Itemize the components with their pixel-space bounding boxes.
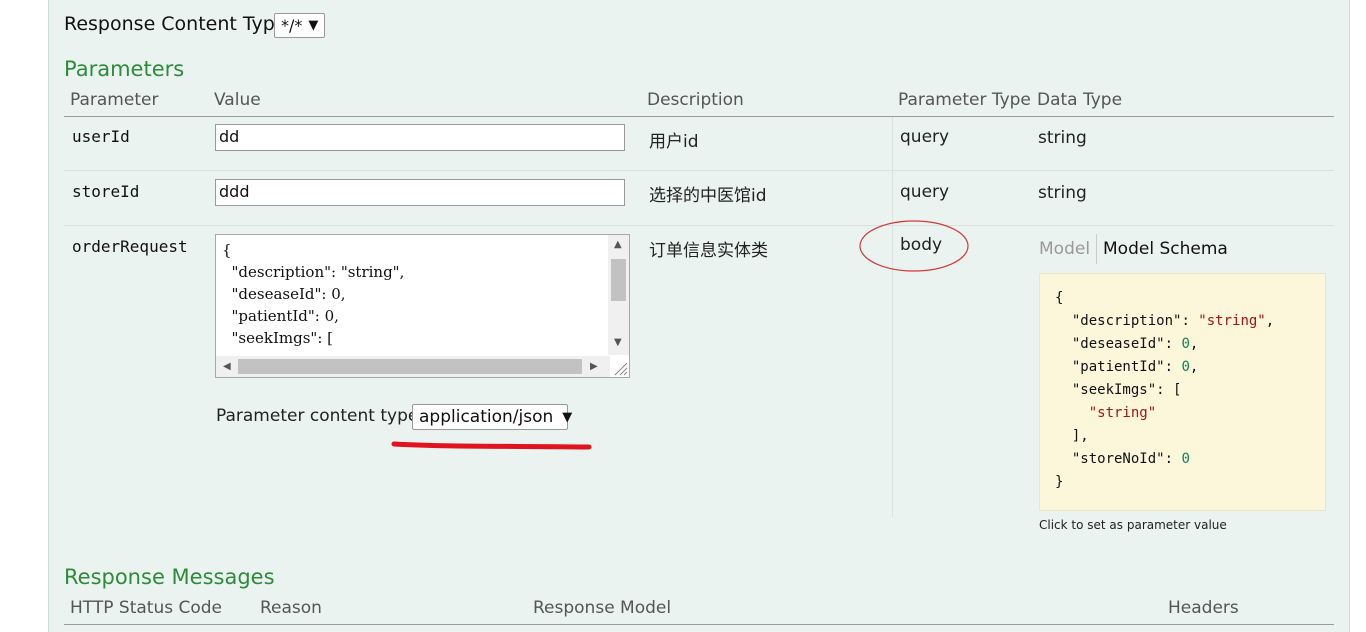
scroll-up-icon[interactable]: ▲	[614, 239, 622, 250]
th-headers: Headers	[1168, 598, 1239, 618]
cell-divider	[892, 117, 893, 517]
response-content-type-select[interactable]: */* ▼	[274, 13, 325, 38]
textarea-vertical-scrollbar[interactable]: ▲ ▼	[608, 235, 629, 355]
response-content-type-label: Response Content Type	[64, 13, 287, 35]
resize-grip-icon[interactable]	[612, 360, 628, 376]
param-type-storeid: query	[900, 182, 950, 202]
horizontal-scroll-thumb[interactable]	[238, 359, 582, 374]
model-schema-json: { "description": "string", "deseaseId": …	[1055, 290, 1275, 490]
storeid-input[interactable]: ddd	[215, 179, 625, 206]
click-to-set-hint: Click to set as parameter value	[1039, 518, 1227, 532]
row-divider	[64, 170, 1334, 171]
textarea-content: { "description": "string", "deseaseId": …	[222, 241, 405, 347]
row-divider	[64, 225, 1334, 226]
response-messages-title: Response Messages	[64, 565, 275, 589]
th-parameter-type: Parameter Type	[898, 90, 1031, 110]
operation-panel: Response Content Type */* ▼ Parameters P…	[48, 0, 1350, 632]
vertical-scroll-thumb[interactable]	[611, 259, 626, 301]
scroll-down-icon[interactable]: ▼	[614, 337, 622, 348]
th-description: Description	[647, 90, 744, 110]
data-type-storeid: string	[1038, 183, 1087, 203]
tab-divider	[1096, 234, 1097, 264]
th-reason: Reason	[260, 598, 322, 618]
param-name-storeid: storeId	[72, 182, 140, 201]
scroll-left-icon[interactable]: ◀	[223, 361, 231, 372]
response-header-divider	[64, 624, 1334, 625]
param-desc-storeid: 选择的中医馆id	[649, 186, 767, 206]
header-divider	[64, 116, 1334, 117]
textarea-horizontal-scrollbar[interactable]: ◀ ▶	[216, 356, 610, 377]
scroll-right-icon[interactable]: ▶	[590, 361, 598, 372]
th-response-model: Response Model	[533, 598, 672, 618]
param-desc-orderrequest: 订单信息实体类	[649, 241, 768, 261]
parameters-title: Parameters	[64, 57, 185, 81]
response-content-type-value: */*	[281, 16, 303, 35]
param-name-orderrequest: orderRequest	[72, 237, 188, 256]
th-value: Value	[214, 90, 261, 110]
param-content-type-label: Parameter content type:	[216, 406, 425, 426]
red-underline-annotation	[391, 441, 592, 450]
model-schema-box[interactable]: { "description": "string", "deseaseId": …	[1039, 273, 1326, 511]
chevron-down-icon: ▼	[308, 18, 319, 33]
param-name-userid: userId	[72, 127, 130, 146]
param-content-type-value: application/json	[419, 407, 554, 427]
param-content-type-select[interactable]: application/json ▼	[412, 404, 572, 430]
red-circle-annotation	[859, 220, 969, 272]
userid-input[interactable]: dd	[215, 124, 625, 151]
th-parameter: Parameter	[70, 90, 159, 110]
param-desc-userid: 用户id	[649, 132, 699, 152]
chevron-down-icon: ▼	[562, 409, 573, 425]
th-data-type: Data Type	[1037, 90, 1123, 110]
data-type-userid: string	[1038, 128, 1087, 148]
tab-model[interactable]: Model	[1039, 239, 1090, 259]
param-type-userid: query	[900, 127, 950, 147]
tab-model-schema[interactable]: Model Schema	[1103, 239, 1228, 259]
orderrequest-textarea[interactable]: { "description": "string", "deseaseId": …	[215, 234, 630, 378]
th-http-status-code: HTTP Status Code	[70, 598, 223, 618]
